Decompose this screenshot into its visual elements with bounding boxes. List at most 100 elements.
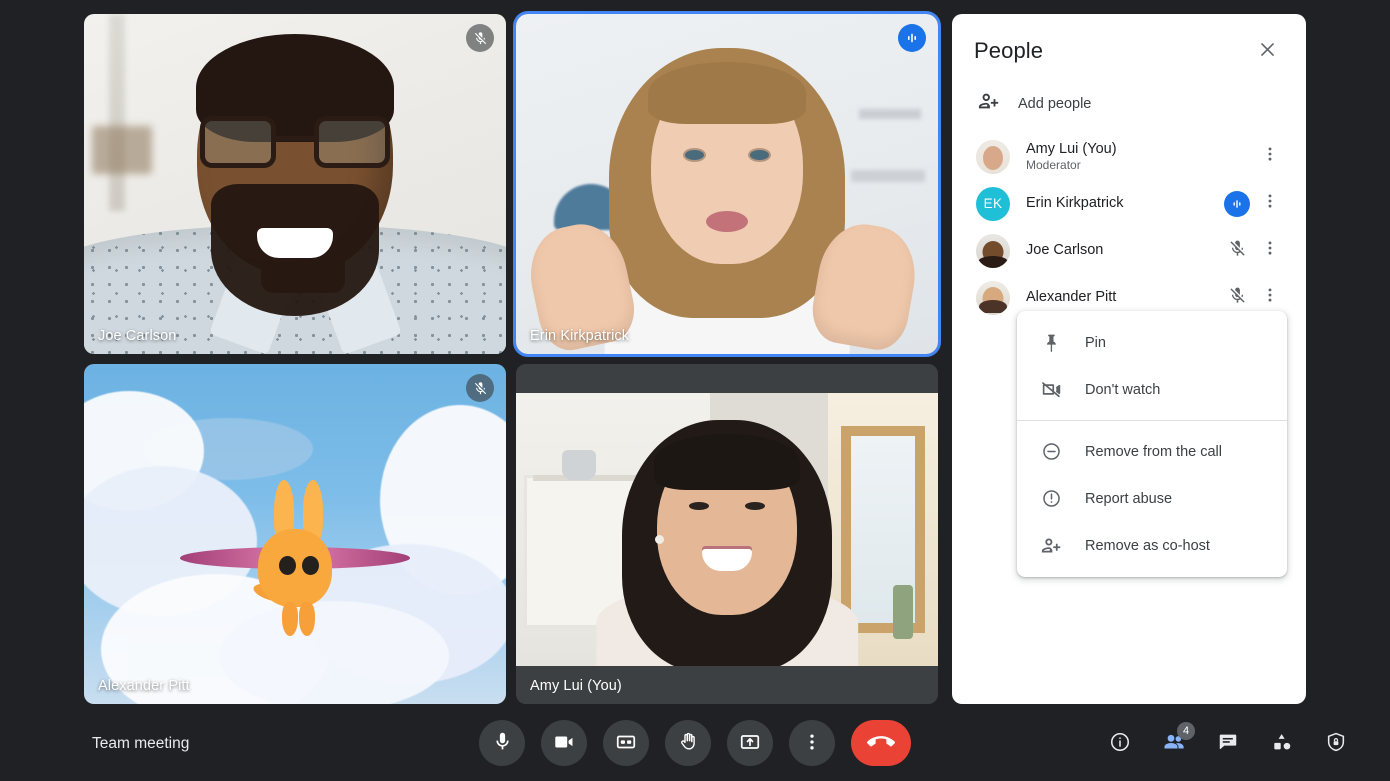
participant-more-button[interactable]: [1254, 286, 1286, 309]
tile-participant-name: Alexander Pitt: [98, 678, 190, 694]
microphone-button[interactable]: [479, 720, 525, 766]
more-vert-icon: [1261, 286, 1279, 309]
video-feed: [516, 393, 938, 666]
person-add-icon: [1039, 535, 1063, 556]
video-icon: [553, 731, 575, 756]
mic-off-icon: [1228, 239, 1247, 263]
more-vert-icon: [802, 732, 822, 755]
menu-item-label: Remove as co-host: [1085, 537, 1210, 554]
participant-name: Amy Lui (You): [1026, 140, 1117, 157]
menu-divider: [1017, 420, 1287, 421]
remove-circle-icon: [1039, 441, 1063, 462]
pin-icon: [1039, 333, 1063, 353]
tile-participant-name: Erin Kirkpatrick: [530, 328, 630, 344]
person-add-icon: [978, 90, 1000, 117]
close-panel-button[interactable]: [1250, 34, 1284, 68]
more-vert-icon: [1261, 145, 1279, 168]
menu-item-label: Don't watch: [1085, 381, 1161, 398]
raise-hand-button[interactable]: [665, 720, 711, 766]
menu-item-label: Report abuse: [1085, 490, 1173, 507]
close-icon: [1258, 40, 1277, 62]
shield-lock-icon: [1325, 731, 1347, 758]
present-icon: [739, 731, 761, 756]
bottom-toolbar: Team meeting 4: [0, 704, 1390, 781]
participant-role: Moderator: [1026, 157, 1081, 172]
participant-status: [1220, 239, 1254, 263]
avatar-initials: EK: [976, 186, 1010, 221]
chat-icon: [1217, 731, 1239, 758]
info-icon: [1109, 731, 1131, 758]
participant-status: [1220, 286, 1254, 310]
video-feed: [84, 14, 506, 354]
activities-icon: [1271, 731, 1293, 758]
tile-participant-name: Joe Carlson: [98, 328, 177, 344]
hand-icon: [678, 731, 699, 755]
mic-off-icon: [466, 24, 494, 52]
video-feed: [516, 14, 938, 354]
participant-more-button[interactable]: [1254, 145, 1286, 168]
closed-caption-icon: [615, 731, 637, 756]
participant-more-button[interactable]: [1254, 239, 1286, 262]
menu-item-dont-watch[interactable]: Don't watch: [1017, 366, 1287, 413]
avatar: [976, 280, 1010, 315]
participant-more-button[interactable]: [1254, 192, 1286, 215]
more-vert-icon: [1261, 192, 1279, 215]
participant-row-joe-carlson[interactable]: Joe Carlson: [952, 227, 1306, 274]
video-tile-amy-lui-self[interactable]: Amy Lui (You): [516, 364, 938, 704]
mic-off-icon: [466, 374, 494, 402]
participant-name: Alexander Pitt: [1026, 289, 1117, 305]
people-panel-header: People: [952, 14, 1306, 74]
participant-name: Joe Carlson: [1026, 242, 1104, 258]
tile-participant-name: Amy Lui (You): [530, 678, 622, 694]
right-controls: 4: [1100, 722, 1356, 764]
add-people-button[interactable]: Add people: [952, 74, 1306, 129]
exclamation-circle-icon: [1039, 488, 1063, 509]
activities-button[interactable]: [1262, 724, 1302, 764]
menu-item-remove-from-call[interactable]: Remove from the call: [1017, 428, 1287, 475]
participant-meta: Amy Lui (You) Moderator: [1026, 141, 1220, 173]
google-meet-window: Joe Carlson Erin Kirkpatrick Alexander P…: [0, 0, 1390, 781]
participant-list: Amy Lui (You) Moderator EK Erin Kirkpatr…: [952, 129, 1306, 321]
speaking-icon: [1224, 190, 1250, 217]
host-controls-button[interactable]: [1316, 724, 1356, 764]
video-tile-erin-kirkpatrick[interactable]: Erin Kirkpatrick: [513, 11, 941, 357]
participant-meta: Alexander Pitt: [1026, 289, 1220, 306]
video-feed: [84, 364, 506, 704]
participant-row-erin-kirkpatrick[interactable]: EK Erin Kirkpatrick: [952, 180, 1306, 227]
add-people-label: Add people: [1018, 95, 1092, 112]
video-tile-joe-carlson[interactable]: Joe Carlson: [84, 14, 506, 354]
camera-button[interactable]: [541, 720, 587, 766]
participant-context-menu: Pin Don't watch Remove from the call Rep…: [1017, 311, 1287, 577]
participant-status: [1220, 190, 1254, 217]
letterbox-bar-top: [516, 364, 938, 393]
menu-item-label: Remove from the call: [1085, 443, 1222, 460]
menu-item-report-abuse[interactable]: Report abuse: [1017, 475, 1287, 522]
participant-row-amy-lui[interactable]: Amy Lui (You) Moderator: [952, 133, 1306, 180]
captions-button[interactable]: [603, 720, 649, 766]
menu-item-remove-as-cohost[interactable]: Remove as co-host: [1017, 522, 1287, 569]
more-vert-icon: [1261, 239, 1279, 262]
center-controls: [479, 720, 911, 766]
people-count-badge: 4: [1177, 722, 1195, 740]
meeting-details-button[interactable]: [1100, 724, 1140, 764]
video-tile-grid: Joe Carlson Erin Kirkpatrick Alexander P…: [84, 11, 941, 704]
avatar-initials-text: EK: [983, 196, 1003, 211]
more-options-button[interactable]: [789, 720, 835, 766]
avatar: [976, 139, 1010, 174]
present-button[interactable]: [727, 720, 773, 766]
participant-meta: Joe Carlson: [1026, 242, 1220, 259]
leave-call-button[interactable]: [851, 720, 911, 766]
mic-off-icon: [1228, 286, 1247, 310]
video-tile-alexander-pitt[interactable]: Alexander Pitt: [84, 364, 506, 704]
video-off-icon: [1039, 379, 1063, 400]
participant-meta: Erin Kirkpatrick: [1026, 195, 1220, 212]
avatar: [976, 233, 1010, 268]
meeting-title: Team meeting: [92, 735, 190, 752]
participant-name: Erin Kirkpatrick: [1026, 195, 1124, 211]
menu-item-pin[interactable]: Pin: [1017, 319, 1287, 366]
panel-title: People: [974, 38, 1044, 63]
mic-icon: [492, 731, 513, 755]
chat-button[interactable]: [1208, 724, 1248, 764]
menu-item-label: Pin: [1085, 334, 1106, 351]
people-button[interactable]: 4: [1154, 722, 1195, 764]
